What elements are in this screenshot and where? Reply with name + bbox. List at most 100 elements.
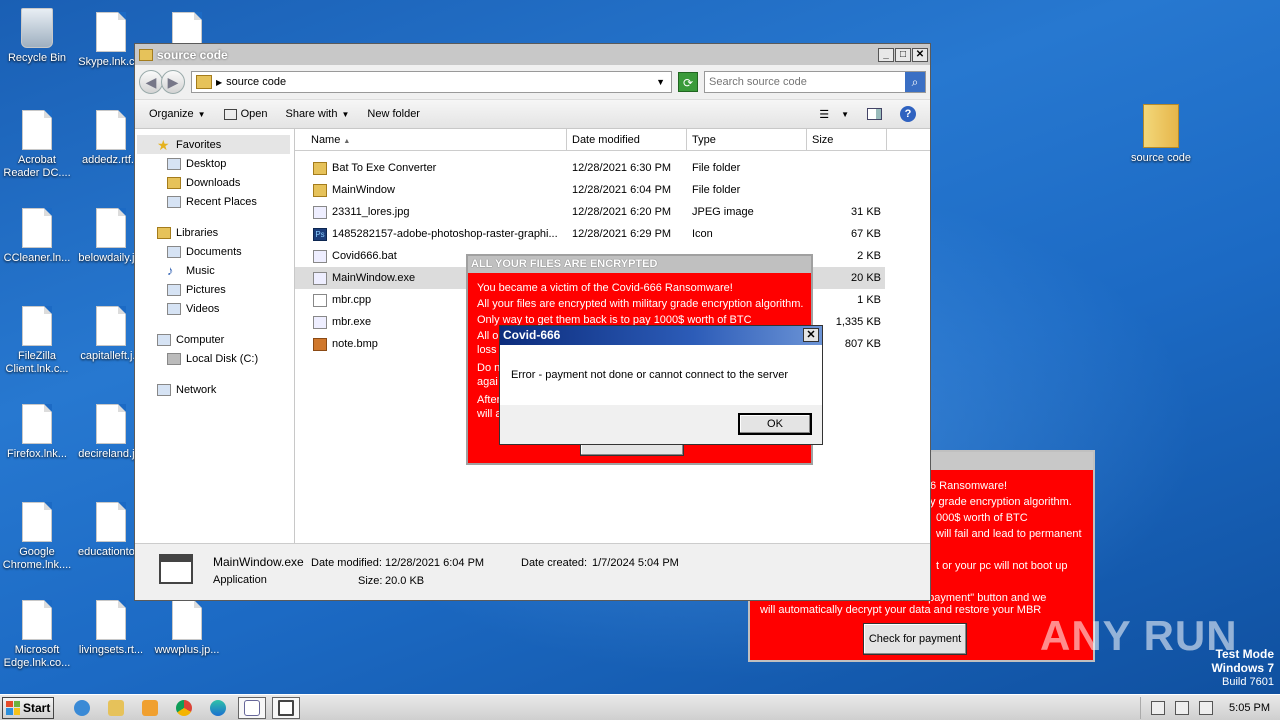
file-icon [96, 600, 126, 640]
file-row[interactable]: MainWindow 12/28/2021 6:04 PM File folder [295, 179, 930, 201]
test-mode-line: Test Mode [1215, 647, 1274, 661]
minimize-button[interactable]: _ [878, 47, 894, 62]
nav-network[interactable]: Network [135, 380, 294, 399]
desktop-icon-firefox[interactable]: Firefox.lnk... [0, 404, 74, 461]
desktop-icon-edge[interactable]: Microsoft Edge.lnk.co... [0, 600, 74, 670]
address-row: ◀ ▶ ▶ source code ▼ ⟳ ⌕ [135, 65, 930, 99]
nav-local-disk[interactable]: Local Disk (C:) [135, 349, 294, 368]
network-icon[interactable] [1175, 700, 1190, 715]
watermark-text: ANY RUN [1040, 612, 1238, 659]
open-button[interactable]: Open [223, 108, 267, 120]
file-size: 2 KB [857, 250, 881, 262]
chevron-down-icon[interactable]: ▼ [656, 77, 671, 87]
column-type[interactable]: Type [687, 129, 807, 150]
executable-icon [313, 315, 327, 329]
desktop-icon-ccleaner[interactable]: CCleaner.ln... [0, 208, 74, 265]
column-size[interactable]: Size [807, 129, 887, 150]
column-name[interactable]: Name ▲ [295, 129, 567, 150]
desktop-icon-filezilla[interactable]: FileZilla Client.lnk.c... [0, 306, 74, 376]
internet-explorer-icon [74, 699, 90, 716]
dialog-titlebar: Covid-666 ✕ [500, 326, 822, 345]
refresh-button[interactable]: ⟳ [678, 72, 698, 92]
taskbar-media[interactable] [136, 697, 164, 719]
app-window-icon [223, 108, 237, 120]
nav-documents[interactable]: Documents [135, 242, 294, 261]
help-icon[interactable]: ? [900, 106, 916, 122]
back-button[interactable]: ◀ [139, 70, 163, 94]
column-date-modified[interactable]: Date modified [567, 129, 687, 150]
share-with-button[interactable]: Share with ▼ [285, 108, 349, 120]
nav-favorites[interactable]: ★ Favorites [137, 135, 290, 154]
desktop-icon-wwwplus[interactable]: wwwplus.jp... [150, 600, 224, 657]
sort-up-icon: ▲ [343, 138, 351, 145]
share-with-label: Share with [285, 108, 338, 120]
speaker-icon[interactable] [1151, 700, 1166, 715]
ok-button[interactable]: OK [738, 413, 812, 435]
file-row[interactable]: Bat To Exe Converter 12/28/2021 6:30 PM Fi… [295, 157, 930, 179]
nav-pictures[interactable]: Pictures [135, 280, 294, 299]
desktop-icon-chrome[interactable]: Google Chrome.lnk.... [0, 502, 74, 572]
address-bar[interactable]: ▶ source code ▼ [191, 71, 672, 93]
details-date-created: 1/7/2024 5:04 PM [592, 557, 679, 569]
ransom-back-line: 000$ worth of BTC [936, 512, 1028, 524]
file-icon [22, 502, 52, 542]
nav-desktop[interactable]: Desktop [135, 154, 294, 173]
taskbar-edge[interactable] [204, 697, 232, 719]
start-button[interactable]: Start [2, 696, 54, 719]
error-dialog: Covid-666 ✕ Error - payment not done or … [499, 325, 823, 445]
file-row[interactable]: 23311_lores.jpg 12/28/2021 6:20 PM JPEG im… [295, 201, 930, 223]
chevron-down-icon: ▼ [341, 109, 350, 119]
view-options-button[interactable]: ☰ ▼ [819, 108, 849, 121]
ransom-back-line: will automatically decrypt your data and… [760, 604, 1042, 616]
search-icon[interactable]: ⌕ [905, 72, 925, 92]
nav-downloads[interactable]: Downloads [135, 173, 294, 192]
forward-button[interactable]: ▶ [161, 70, 185, 94]
details-pane: MainWindow.exe Application Date modified… [135, 543, 930, 599]
desktop-icon-livingsets[interactable]: livingsets.rt... [74, 600, 148, 657]
details-filetype: Application [213, 574, 267, 586]
column-name-label: Name [311, 134, 341, 146]
photoshop-icon: Ps [313, 227, 327, 241]
ransom-back-line: 6 Ransomware! [930, 480, 1008, 492]
maximize-button[interactable]: □ [895, 47, 911, 62]
nav-libraries[interactable]: Libraries [135, 223, 294, 242]
check-payment-button[interactable]: Check for payment [863, 623, 967, 655]
view-list-icon: ☰ [819, 108, 830, 121]
file-row[interactable]: Ps 1485282157-adobe-photoshop-raster-grap… [295, 223, 930, 245]
nav-music[interactable]: ♪ Music [135, 261, 294, 280]
file-name: Covid666.bat [332, 250, 397, 262]
nav-computer[interactable]: Computer [135, 330, 294, 349]
clock[interactable]: 5:05 PM [1229, 702, 1270, 714]
chevron-down-icon: ▼ [841, 109, 849, 119]
file-date: 12/28/2021 6:30 PM [572, 162, 672, 174]
taskbar-mainwindow[interactable] [272, 696, 300, 719]
dialog-close-button[interactable]: ✕ [803, 328, 819, 342]
search-input[interactable] [705, 72, 905, 92]
desktop-icon-source-code[interactable]: source code [1124, 104, 1198, 165]
taskbar-explorer[interactable] [102, 697, 130, 719]
action-center-flag-icon[interactable] [1199, 700, 1214, 715]
desktop-icon-acrobat[interactable]: Acrobat Reader DC.... [0, 110, 74, 180]
new-folder-button[interactable]: New folder [367, 108, 420, 120]
nav-label: Favorites [176, 138, 222, 151]
search-box[interactable]: ⌕ [704, 71, 926, 93]
taskbar-ie[interactable] [68, 697, 96, 719]
hard-disk-icon [167, 352, 181, 365]
organize-button[interactable]: Organize ▼ [149, 108, 206, 120]
preview-pane-button[interactable] [867, 108, 882, 120]
taskbar-chrome[interactable] [170, 697, 198, 719]
file-date: 12/28/2021 6:29 PM [572, 228, 672, 240]
notepad-icon [244, 699, 260, 716]
batch-file-icon [313, 249, 327, 263]
preview-pane-icon [867, 108, 882, 120]
media-player-icon [142, 699, 158, 716]
folder-icon [139, 48, 153, 61]
desktop-icon-recycle-bin[interactable]: Recycle Bin [0, 8, 74, 65]
file-name: 1485282157-adobe-photoshop-raster-graphi… [332, 228, 558, 240]
file-icon [96, 110, 126, 150]
close-button[interactable]: ✕ [912, 47, 928, 62]
nav-recent-places[interactable]: Recent Places [135, 192, 294, 211]
window-title: source code [157, 47, 228, 62]
nav-videos[interactable]: Videos [135, 299, 294, 318]
taskbar-notepad[interactable] [238, 696, 266, 719]
